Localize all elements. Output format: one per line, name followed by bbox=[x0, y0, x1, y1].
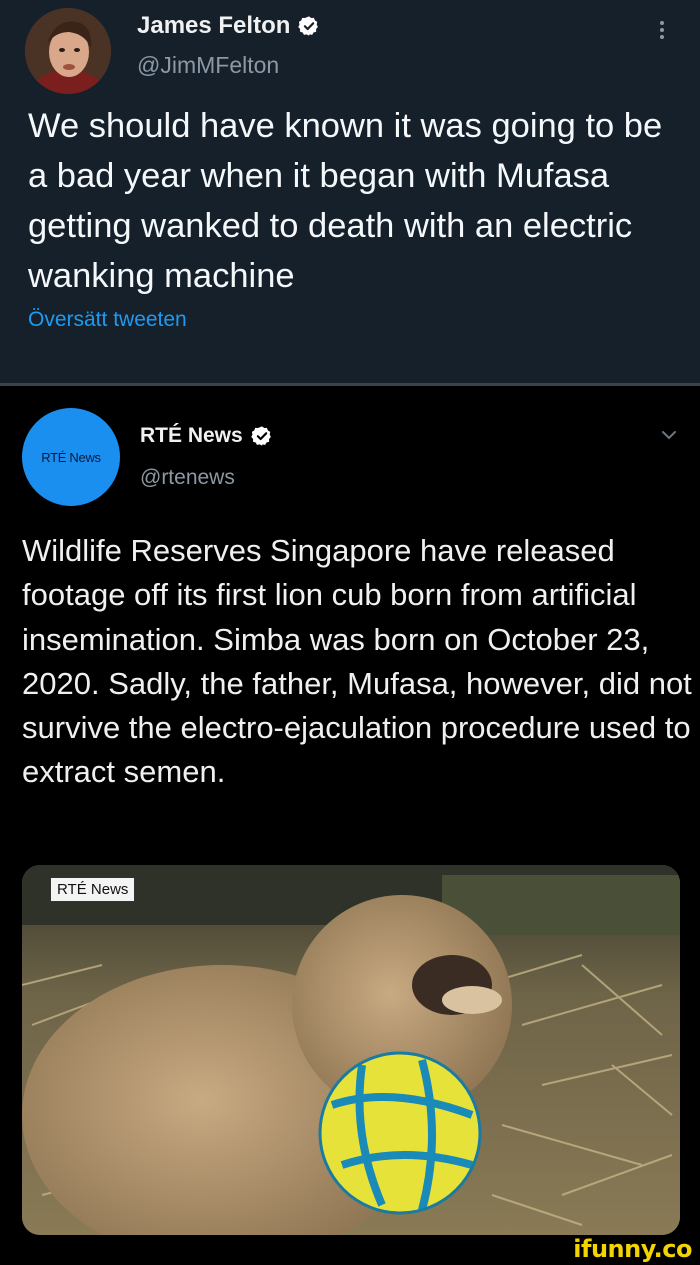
chevron-down-icon[interactable] bbox=[660, 426, 678, 444]
lion-cub-photo bbox=[22, 865, 680, 1235]
rte-logo: RTÉ News bbox=[41, 449, 101, 465]
tweet-text: We should have known it was going to be … bbox=[28, 107, 663, 295]
media-image[interactable]: RTÉ News bbox=[22, 865, 680, 1235]
quoted-author-handle[interactable]: @rtenews bbox=[140, 466, 235, 490]
ifunny-watermark: ifunny.co bbox=[573, 1235, 692, 1263]
author-avatar[interactable] bbox=[25, 8, 111, 94]
author-handle[interactable]: @JimMFelton bbox=[137, 52, 279, 79]
quoted-author-name-text: RTÉ News bbox=[140, 424, 243, 447]
quoted-author-avatar[interactable]: RTÉ News bbox=[22, 408, 120, 506]
verified-badge-icon bbox=[298, 16, 319, 36]
author-name[interactable]: James Felton bbox=[137, 12, 320, 40]
media-rte-tag: RTÉ News bbox=[50, 877, 136, 902]
quoted-tweet-text: Wildlife Reserves Singapore have release… bbox=[22, 533, 692, 790]
quoted-tweet-card[interactable]: RTÉ News RTÉ News @rtenews Wildlife Rese… bbox=[0, 386, 700, 1265]
translate-link[interactable]: Översätt tweeten bbox=[28, 308, 187, 332]
quoted-author-name[interactable]: RTÉ News bbox=[140, 424, 273, 448]
tweet-card: James Felton @JimMFelton We should have … bbox=[0, 0, 700, 383]
author-name-text: James Felton bbox=[137, 12, 291, 39]
verified-badge-icon bbox=[250, 426, 271, 446]
more-options-icon[interactable] bbox=[655, 18, 669, 48]
